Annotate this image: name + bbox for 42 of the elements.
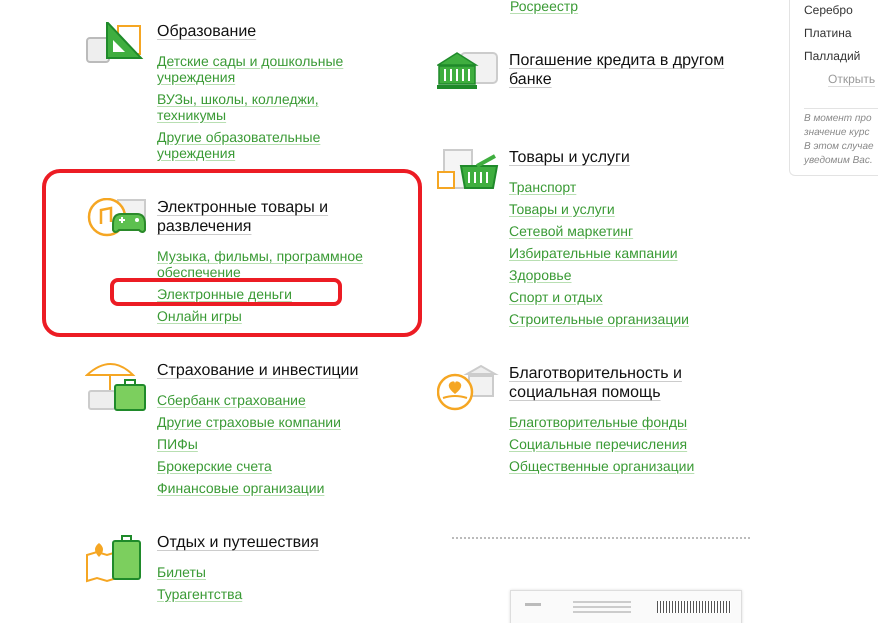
metal-name: Платина: [804, 25, 853, 42]
section-title[interactable]: Образование: [157, 22, 387, 41]
metal-name: Серебро: [804, 2, 854, 19]
category-link[interactable]: Другие страховые компании: [157, 414, 341, 430]
category-link[interactable]: ВУЗы, школы, колледжи, техникумы: [157, 91, 372, 123]
category-link[interactable]: Строительные организации: [509, 311, 689, 327]
shopping-bag-and-basket-icon: [437, 148, 499, 190]
category-link[interactable]: Сбербанк страхование: [157, 392, 306, 408]
note-text: уведомим Вас.: [804, 154, 874, 168]
umbrella-and-briefcase-icon: [85, 361, 147, 413]
section-title[interactable]: Погашение кредита в другом банке: [509, 51, 729, 89]
section-title[interactable]: Электронные товары и развлечения: [157, 198, 387, 236]
category-link[interactable]: ПИФы: [157, 436, 198, 452]
category-link[interactable]: Музыка, фильмы, программное обеспечение: [157, 248, 372, 280]
note-text: значение курс: [804, 126, 870, 140]
category-link[interactable]: Онлайн игры: [157, 308, 242, 324]
open-link[interactable]: Открыть: [828, 72, 876, 87]
category-link[interactable]: Избирательные кампании: [509, 245, 678, 261]
category-link[interactable]: Другие образовательные учреждения: [157, 129, 372, 161]
category-link[interactable]: Товары и услуги: [509, 201, 615, 217]
category-link[interactable]: Росреестр: [510, 0, 578, 14]
category-link[interactable]: Турагентства: [157, 586, 242, 602]
category-link[interactable]: Спорт и отдых: [509, 289, 603, 305]
section-title[interactable]: Страхование и инвестиции: [157, 361, 387, 380]
section-title[interactable]: Благотворительность и социальная помощь: [509, 364, 739, 402]
category-link[interactable]: Электронные деньги: [157, 286, 292, 302]
note-text: В этом случае: [804, 140, 875, 154]
category-link[interactable]: Здоровье: [509, 267, 572, 283]
category-link[interactable]: Билеты: [157, 564, 206, 580]
category-link[interactable]: Детские сады и дошкольные учреждения: [157, 53, 372, 85]
section-title[interactable]: Отдых и путешествия: [157, 533, 387, 552]
category-link[interactable]: Общественные организации: [509, 458, 694, 474]
category-link[interactable]: Брокерские счета: [157, 458, 272, 474]
note-text: В момент про: [804, 112, 873, 126]
category-link[interactable]: Благотворительные фонды: [509, 414, 688, 430]
section-title[interactable]: Товары и услуги: [509, 148, 739, 167]
category-link[interactable]: Финансовые организации: [157, 480, 324, 496]
bank-and-wallet-icon: [437, 51, 499, 91]
category-link[interactable]: Сетевой маркетинг: [509, 223, 634, 239]
metal-name: Палладий: [804, 48, 862, 65]
category-link[interactable]: Транспорт: [509, 179, 576, 195]
category-link[interactable]: Социальные перечисления: [509, 436, 688, 452]
